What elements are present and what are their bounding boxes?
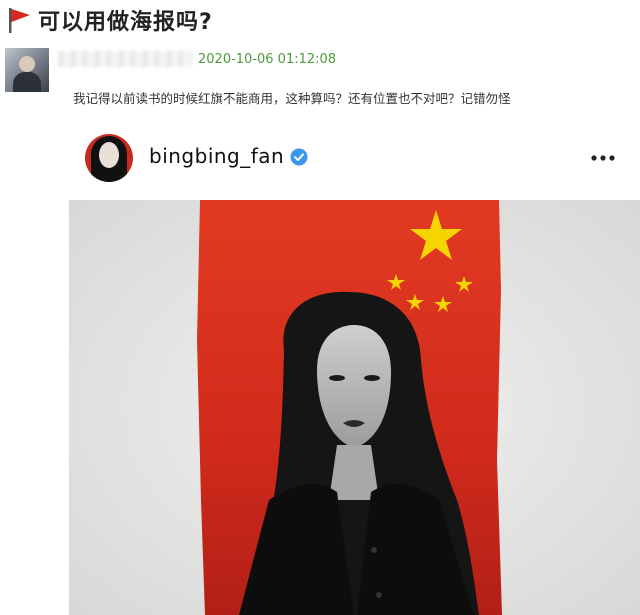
commenter-avatar[interactable] <box>5 48 49 92</box>
commenter-username-blurred[interactable] <box>58 51 192 67</box>
poster-artwork <box>69 200 640 615</box>
post-avatar[interactable] <box>85 134 133 182</box>
thread-title-text: 可以用做海报吗? <box>38 10 213 35</box>
comment-text: 我记得以前读书的时候红旗不能商用，这种算吗？还有位置也不对吧？记错勿怪 <box>73 91 511 106</box>
verified-icon <box>290 148 308 166</box>
red-flag-icon <box>9 8 30 33</box>
embedded-post: bingbing_fan <box>69 120 640 615</box>
comment-timestamp: 2020-10-06 01:12:08 <box>198 52 337 67</box>
thread-title: 可以用做海报吗? <box>6 4 213 36</box>
post-poster-image[interactable] <box>69 200 640 615</box>
post-username[interactable]: bingbing_fan <box>149 144 284 168</box>
more-options-icon[interactable] <box>590 154 616 162</box>
